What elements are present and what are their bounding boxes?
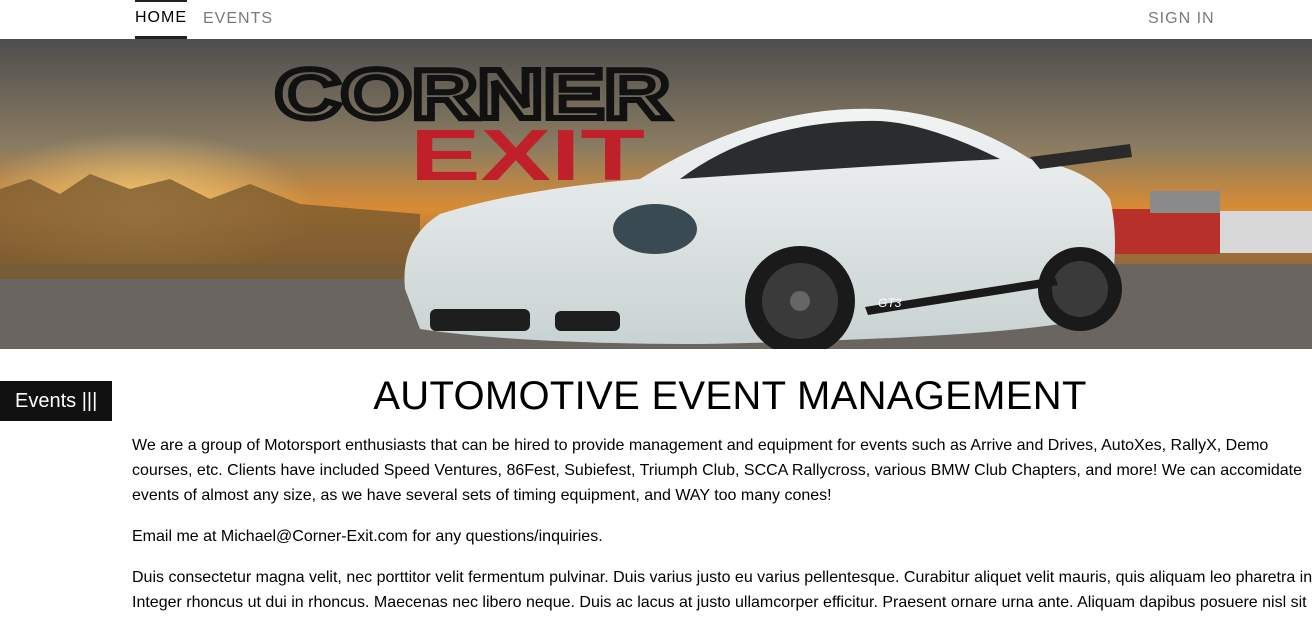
front-intake bbox=[430, 309, 530, 331]
hero-banner: GT3 CORNER EXIT bbox=[0, 39, 1312, 349]
body-paragraph: Duis consectetur magna velit, nec portti… bbox=[132, 569, 1312, 611]
car-badge: GT3 bbox=[878, 296, 902, 310]
side-intake bbox=[555, 311, 620, 331]
nav-events-link[interactable]: EVENTS bbox=[203, 0, 273, 39]
sign-in-link[interactable]: SIGN IN bbox=[1148, 0, 1215, 39]
headlight bbox=[613, 204, 697, 254]
nav-home-link[interactable]: HOME bbox=[135, 0, 187, 39]
main-content: We are a group of Motorsport enthusiasts… bbox=[132, 433, 1312, 631]
white-barrier bbox=[1220, 211, 1312, 253]
logo-line2: EXIT bbox=[410, 116, 645, 196]
contact-paragraph: Email me at Michael@Corner-Exit.com for … bbox=[132, 528, 603, 545]
page-title: AUTOMOTIVE EVENT MANAGEMENT bbox=[373, 374, 1087, 418]
hero-image: GT3 CORNER EXIT bbox=[0, 39, 1312, 349]
intro-paragraph: We are a group of Motorsport enthusiasts… bbox=[132, 437, 1303, 504]
building bbox=[1150, 191, 1220, 213]
top-navigation: HOME EVENTS SIGN IN bbox=[0, 0, 1312, 39]
